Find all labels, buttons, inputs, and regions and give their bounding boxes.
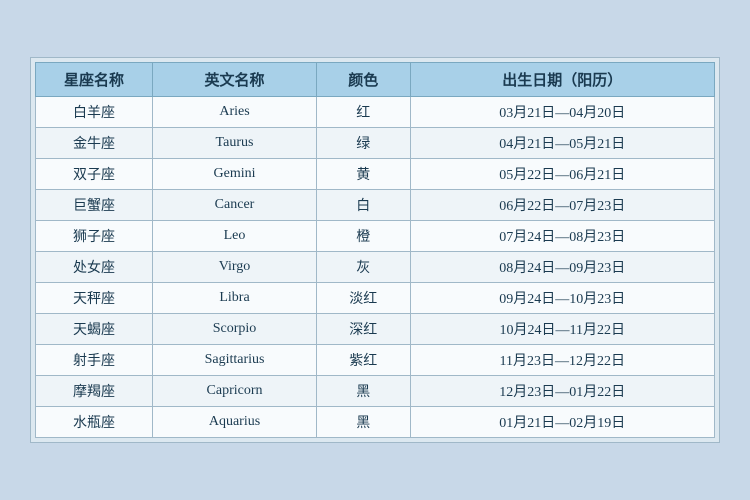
cell-color: 红: [316, 97, 410, 128]
header-english: 英文名称: [153, 63, 317, 97]
cell-date: 01月21日—02月19日: [410, 407, 714, 438]
cell-date: 06月22日—07月23日: [410, 190, 714, 221]
cell-chinese: 白羊座: [36, 97, 153, 128]
cell-english: Sagittarius: [153, 345, 317, 376]
zodiac-table: 星座名称 英文名称 颜色 出生日期（阳历） 白羊座Aries红03月21日—04…: [35, 62, 715, 438]
header-color: 颜色: [316, 63, 410, 97]
cell-chinese: 处女座: [36, 252, 153, 283]
cell-chinese: 天蝎座: [36, 314, 153, 345]
table-row: 处女座Virgo灰08月24日—09月23日: [36, 252, 715, 283]
cell-chinese: 天秤座: [36, 283, 153, 314]
cell-color: 黑: [316, 376, 410, 407]
cell-color: 绿: [316, 128, 410, 159]
table-row: 狮子座Leo橙07月24日—08月23日: [36, 221, 715, 252]
cell-english: Libra: [153, 283, 317, 314]
cell-chinese: 摩羯座: [36, 376, 153, 407]
cell-color: 淡红: [316, 283, 410, 314]
zodiac-table-container: 星座名称 英文名称 颜色 出生日期（阳历） 白羊座Aries红03月21日—04…: [30, 57, 720, 443]
table-row: 金牛座Taurus绿04月21日—05月21日: [36, 128, 715, 159]
cell-english: Virgo: [153, 252, 317, 283]
cell-english: Gemini: [153, 159, 317, 190]
cell-date: 12月23日—01月22日: [410, 376, 714, 407]
cell-color: 黄: [316, 159, 410, 190]
cell-date: 07月24日—08月23日: [410, 221, 714, 252]
table-row: 天秤座Libra淡红09月24日—10月23日: [36, 283, 715, 314]
header-row: 星座名称 英文名称 颜色 出生日期（阳历）: [36, 63, 715, 97]
cell-date: 10月24日—11月22日: [410, 314, 714, 345]
cell-color: 灰: [316, 252, 410, 283]
cell-date: 09月24日—10月23日: [410, 283, 714, 314]
table-row: 水瓶座Aquarius黑01月21日—02月19日: [36, 407, 715, 438]
cell-chinese: 水瓶座: [36, 407, 153, 438]
cell-english: Aquarius: [153, 407, 317, 438]
cell-english: Leo: [153, 221, 317, 252]
cell-color: 橙: [316, 221, 410, 252]
cell-english: Taurus: [153, 128, 317, 159]
header-chinese: 星座名称: [36, 63, 153, 97]
table-row: 白羊座Aries红03月21日—04月20日: [36, 97, 715, 128]
cell-color: 紫红: [316, 345, 410, 376]
cell-chinese: 射手座: [36, 345, 153, 376]
cell-chinese: 巨蟹座: [36, 190, 153, 221]
cell-date: 03月21日—04月20日: [410, 97, 714, 128]
cell-english: Scorpio: [153, 314, 317, 345]
cell-english: Capricorn: [153, 376, 317, 407]
cell-date: 05月22日—06月21日: [410, 159, 714, 190]
table-row: 巨蟹座Cancer白06月22日—07月23日: [36, 190, 715, 221]
cell-date: 11月23日—12月22日: [410, 345, 714, 376]
cell-english: Cancer: [153, 190, 317, 221]
table-row: 射手座Sagittarius紫红11月23日—12月22日: [36, 345, 715, 376]
cell-date: 04月21日—05月21日: [410, 128, 714, 159]
cell-english: Aries: [153, 97, 317, 128]
cell-color: 深红: [316, 314, 410, 345]
table-row: 双子座Gemini黄05月22日—06月21日: [36, 159, 715, 190]
cell-date: 08月24日—09月23日: [410, 252, 714, 283]
cell-chinese: 金牛座: [36, 128, 153, 159]
cell-color: 白: [316, 190, 410, 221]
cell-chinese: 狮子座: [36, 221, 153, 252]
cell-chinese: 双子座: [36, 159, 153, 190]
table-row: 摩羯座Capricorn黑12月23日—01月22日: [36, 376, 715, 407]
header-date: 出生日期（阳历）: [410, 63, 714, 97]
cell-color: 黑: [316, 407, 410, 438]
table-row: 天蝎座Scorpio深红10月24日—11月22日: [36, 314, 715, 345]
